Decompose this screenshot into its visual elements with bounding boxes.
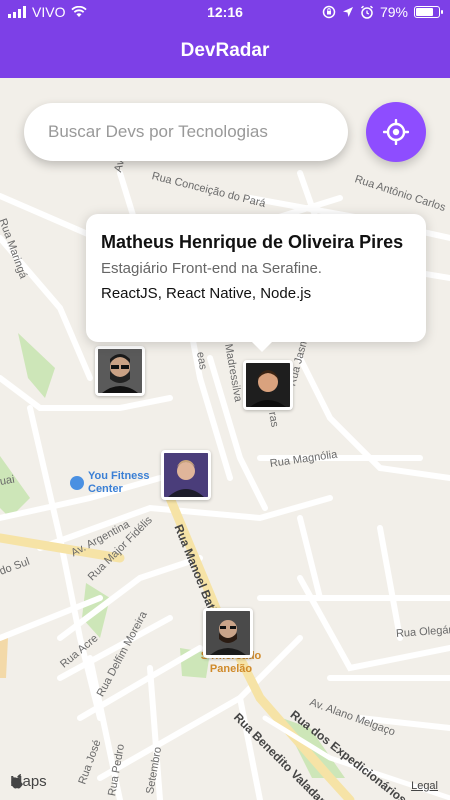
apple-logo-icon (11, 774, 23, 789)
map-view[interactable]: Rua Conceição do Pará Rua Antônio Carlos… (0, 78, 450, 800)
orientation-lock-icon (322, 5, 336, 19)
dev-marker[interactable] (203, 608, 253, 658)
apple-maps-logo: Maps (10, 773, 47, 790)
page-title: DevRadar (180, 40, 270, 61)
target-icon (383, 119, 409, 145)
street-label: ras (266, 410, 281, 429)
dev-callout[interactable]: Matheus Henrique de Oliveira Pires Estag… (86, 214, 426, 352)
location-arrow-icon (342, 7, 353, 17)
app-header: VIVO 12:16 79% DevRadar (0, 0, 450, 78)
dev-marker-selected[interactable] (243, 360, 293, 410)
legal-link[interactable]: Legal (411, 780, 438, 792)
gym-poi[interactable]: You Fitness Center (70, 470, 158, 496)
dev-techs: ReactJS, React Native, Node.js (101, 285, 312, 302)
dev-marker[interactable] (95, 346, 145, 396)
alarm-icon (360, 5, 373, 19)
locate-button[interactable] (366, 102, 426, 162)
gym-poi-label: You Fitness Center (88, 470, 150, 495)
street-label: uai (0, 473, 16, 488)
dev-name: Matheus Henrique de Oliveira Pires (101, 232, 404, 252)
dev-marker[interactable] (161, 450, 211, 500)
battery-percent: 79% (379, 4, 408, 20)
avatar (164, 453, 208, 497)
search-bar (24, 103, 348, 161)
supermarket-poi-line2: Panelão (209, 663, 253, 675)
battery-icon (414, 6, 443, 18)
avatar (206, 611, 250, 655)
avatar (246, 363, 290, 407)
dev-bio: Estagiário Front-end na Serafine. (101, 260, 322, 277)
avatar (98, 349, 142, 393)
status-bar: VIVO 12:16 79% (0, 0, 450, 24)
search-input[interactable] (48, 122, 328, 142)
dumbbell-icon (70, 476, 84, 490)
